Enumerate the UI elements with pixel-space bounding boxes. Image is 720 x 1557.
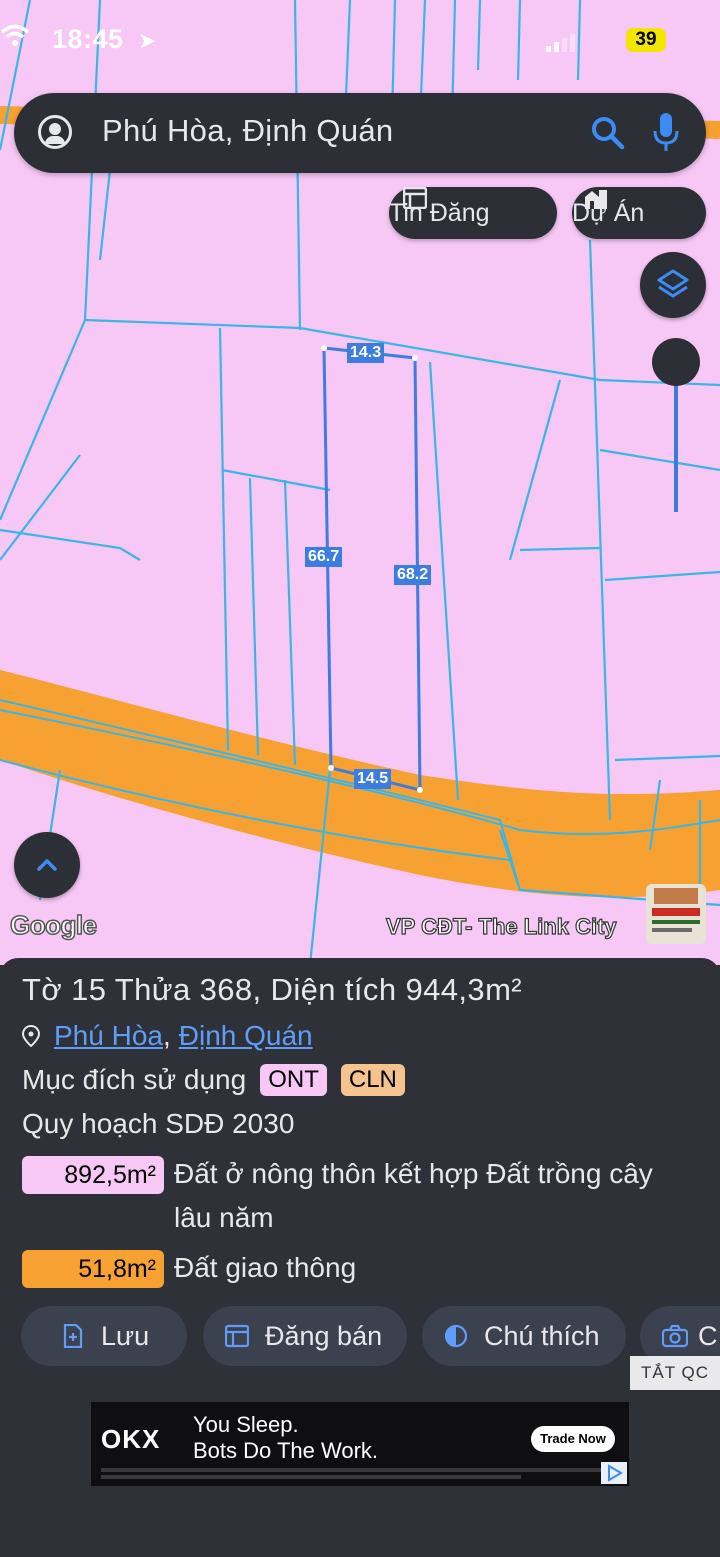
layers-icon (657, 269, 689, 298)
post-for-sale-button[interactable]: Đăng bán (203, 1306, 407, 1366)
opacity-slider-handle[interactable] (652, 338, 700, 386)
search-bar[interactable]: Phú Hòa, Định Quán (14, 93, 706, 173)
plan-label: Quy hoạch SDĐ 2030 (22, 1108, 295, 1139)
search-icon[interactable] (588, 113, 628, 153)
listing-icon (403, 187, 427, 209)
parcel-title: Tờ 15 Thửa 368, Diện tích 944,3m² (22, 972, 523, 1007)
zone-description: Đất giao thông (174, 1252, 357, 1283)
status-time: 18:45 (52, 24, 124, 54)
cellular-signal-icon (546, 34, 575, 52)
ad-fine-print (101, 1468, 601, 1472)
building-icon (585, 190, 607, 209)
layers-button[interactable] (640, 252, 706, 318)
ad-banner[interactable]: OKX You Sleep. Bots Do The Work. Trade N… (91, 1402, 629, 1486)
save-button-label: Lưu (101, 1320, 150, 1351)
legend-button[interactable]: Chú thích (422, 1306, 626, 1366)
post-for-sale-label: Đăng bán (265, 1320, 383, 1351)
land-use-purpose: Mục đích sử dụng ONT CLN (22, 1064, 405, 1096)
account-icon[interactable] (38, 115, 72, 149)
expand-panel-button[interactable] (14, 832, 80, 898)
adchoices-icon[interactable] (601, 1462, 627, 1484)
dimension-label-top: 14.3 (347, 343, 385, 363)
capture-button-label: C (698, 1320, 718, 1351)
zone-area: 892,5m² (22, 1156, 164, 1194)
ad-fine-print (101, 1475, 521, 1479)
map-view[interactable]: 14.3 66.7 68.2 14.5 18:45 ➤ 39 Phú Hòa, … (0, 0, 720, 965)
wifi-icon (0, 24, 30, 46)
district-link[interactable]: Định Quán (179, 1020, 313, 1052)
status-bar: 18:45 ➤ 39 (0, 24, 720, 58)
ad-cta-button[interactable]: Trade Now (531, 1426, 615, 1452)
ad-brand-logo: OKX (101, 1424, 161, 1454)
dimension-label-right: 68.2 (394, 565, 432, 585)
projects-chip[interactable]: Dự Án (572, 187, 706, 239)
microphone-icon[interactable] (650, 111, 682, 155)
listings-chip[interactable]: Tin Đăng (389, 187, 557, 239)
camera-icon (662, 1324, 688, 1348)
search-input[interactable]: Phú Hòa, Định Quán (102, 113, 393, 149)
legend-button-label: Chú thích (484, 1320, 600, 1351)
hide-ads-button[interactable]: TẮT QC (630, 1356, 720, 1390)
listing-icon (225, 1324, 249, 1348)
battery-indicator: 39 (626, 28, 666, 52)
google-attribution: Google (9, 909, 98, 941)
project-thumbnail[interactable] (646, 884, 706, 944)
contrast-icon (444, 1324, 468, 1348)
parcel-address: Phú Hòa, Định Quán (22, 1020, 313, 1052)
purpose-tag-ont: ONT (260, 1064, 327, 1096)
ward-link[interactable]: Phú Hòa (54, 1020, 163, 1052)
dimension-label-left: 66.7 (305, 547, 343, 567)
location-pin-icon (22, 1025, 40, 1047)
parcel-info-panel: Tờ 15 Thửa 368, Diện tích 944,3m² Phú Hò… (0, 958, 720, 1557)
address-separator: , (162, 1020, 171, 1051)
dimension-label-bottom: 14.5 (354, 769, 392, 789)
purpose-tag-cln: CLN (340, 1064, 405, 1096)
zone-description: Đất ở nông thôn kết hợp Đất trồng cây lâ… (174, 1158, 653, 1233)
opacity-slider-track[interactable] (674, 380, 678, 512)
ad-headline-1: You Sleep. (193, 1412, 299, 1437)
location-arrow-icon: ➤ (138, 28, 157, 53)
projects-chip-label: Dự Án (572, 198, 645, 227)
ad-headline-2: Bots Do The Work. (193, 1438, 379, 1463)
purpose-label: Mục đích sử dụng (22, 1064, 247, 1095)
zone-row-residential: 892,5m² Đất ở nông thôn kết hợp Đất trồn… (22, 1156, 694, 1240)
map-watermark: VP CĐT- The Link City (385, 913, 617, 939)
save-button[interactable]: Lưu (21, 1306, 187, 1366)
add-document-icon (63, 1324, 83, 1348)
zone-area: 51,8m² (22, 1250, 164, 1288)
chevron-up-icon (37, 859, 57, 871)
zone-row-traffic: 51,8m² Đất giao thông (22, 1250, 694, 1290)
